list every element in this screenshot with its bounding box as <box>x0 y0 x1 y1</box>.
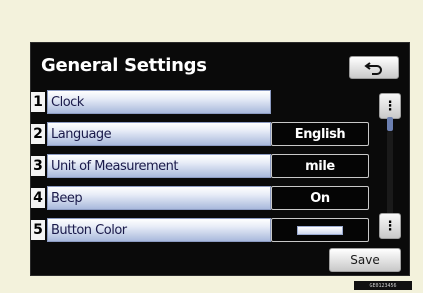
item-number: 4 <box>31 188 45 208</box>
photo-frame: General Settings 1 Clock 2 Language Engl… <box>0 0 423 293</box>
image-code: GE0123456 <box>354 281 412 290</box>
scroll-track[interactable] <box>387 131 393 217</box>
beep-value: On <box>271 186 369 210</box>
scroll-up-button[interactable]: ⋮ <box>379 93 401 119</box>
list-item: 5 Button Color <box>31 217 411 243</box>
language-value: English <box>271 122 369 146</box>
item-number: 5 <box>31 220 45 240</box>
scroll-down-button[interactable]: ⋮ <box>379 213 401 239</box>
scroll-down-icon: ⋮ <box>383 218 397 234</box>
list-item: 2 Language English <box>31 121 411 147</box>
display-screen: General Settings 1 Clock 2 Language Engl… <box>30 42 410 276</box>
list-item: 1 Clock <box>31 89 411 115</box>
list-item: 3 Unit of Measurement mile <box>31 153 411 179</box>
color-swatch <box>297 225 343 235</box>
back-button[interactable] <box>349 56 399 79</box>
page-title: General Settings <box>41 55 207 76</box>
item-number: 2 <box>31 124 45 144</box>
beep-button[interactable]: Beep <box>47 186 271 210</box>
language-button[interactable]: Language <box>47 122 271 146</box>
clock-button[interactable]: Clock <box>47 90 271 114</box>
save-button[interactable]: Save <box>329 248 401 272</box>
button-color-value <box>271 218 369 242</box>
scroll-thumb[interactable] <box>387 117 393 131</box>
return-arrow-icon <box>364 61 382 75</box>
button-color-button[interactable]: Button Color <box>47 218 271 242</box>
unit-of-measurement-button[interactable]: Unit of Measurement <box>47 154 271 178</box>
scroll-up-icon: ⋮ <box>383 98 397 114</box>
item-number: 1 <box>31 92 45 112</box>
list-item: 4 Beep On <box>31 185 411 211</box>
item-number: 3 <box>31 156 45 176</box>
unit-value: mile <box>271 154 369 178</box>
